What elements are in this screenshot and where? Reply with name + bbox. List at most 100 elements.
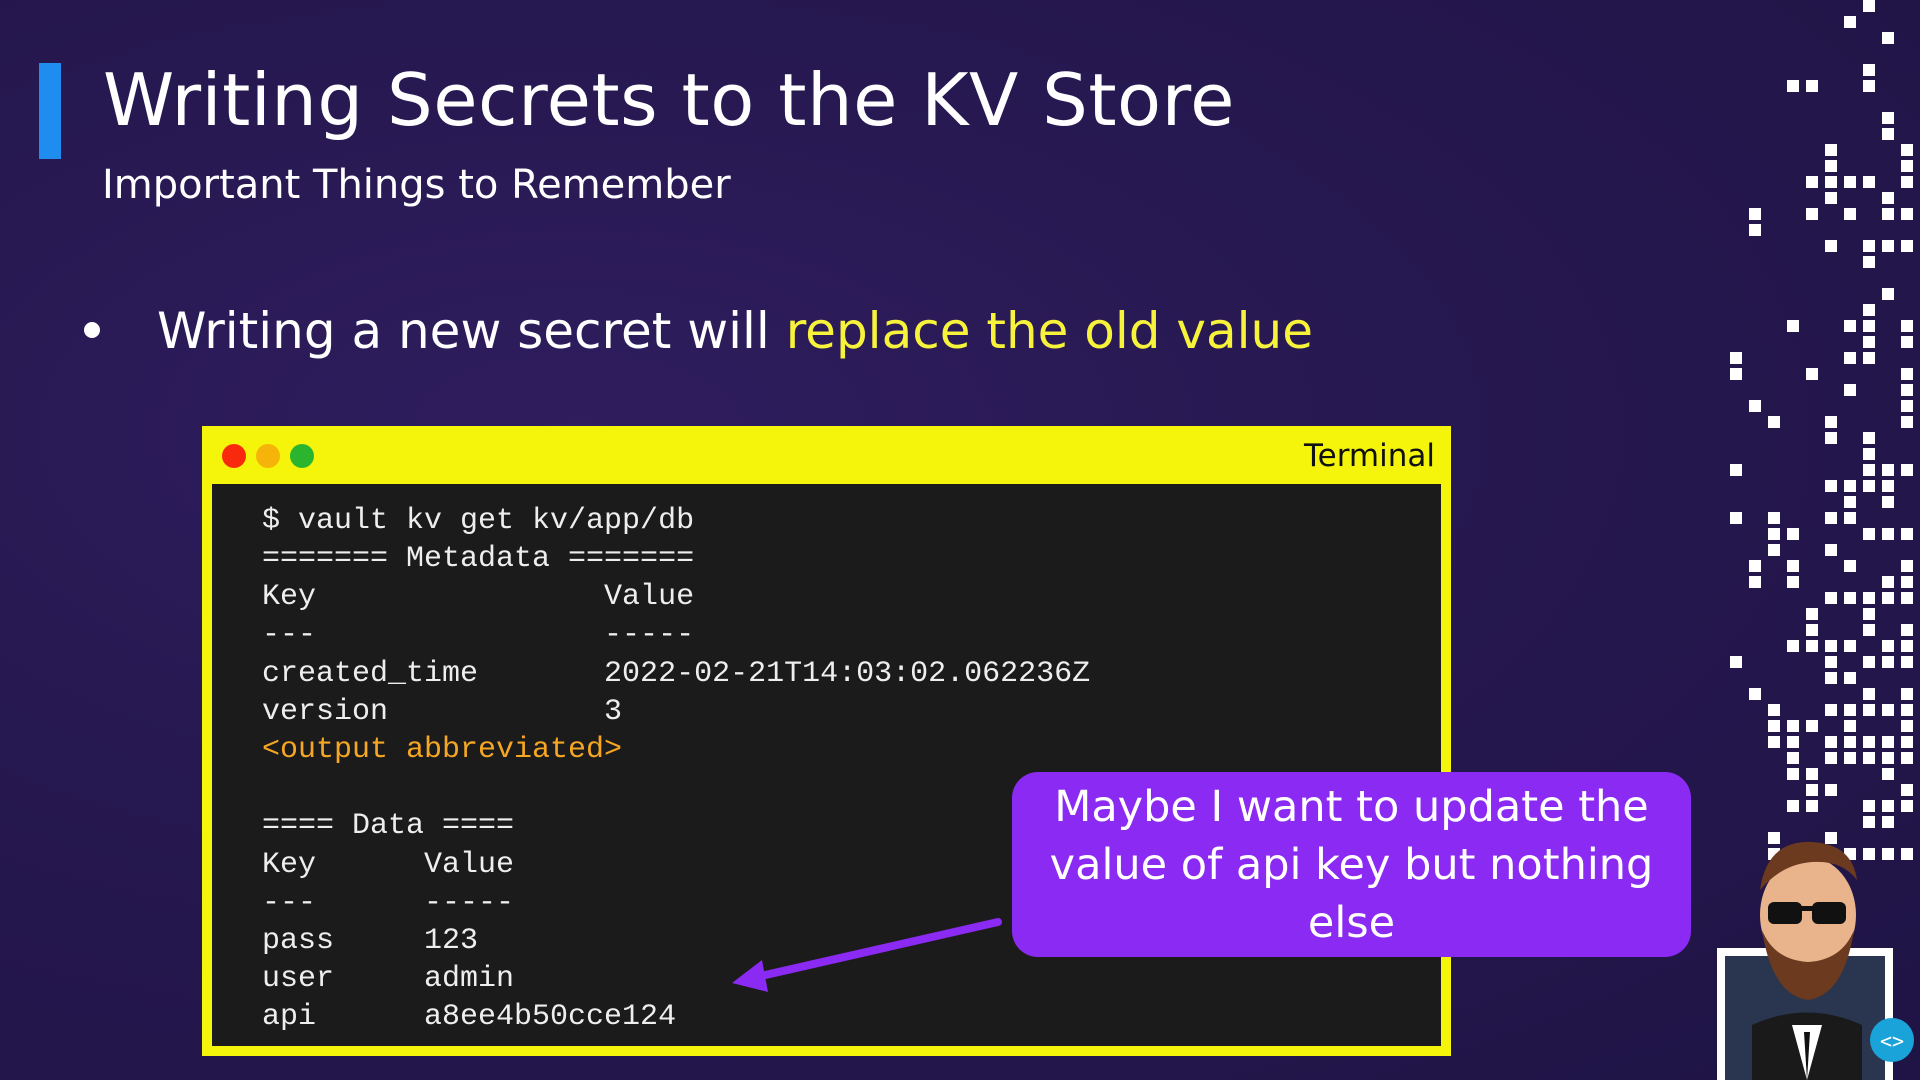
pixel-square bbox=[1882, 576, 1894, 588]
pixel-square bbox=[1768, 544, 1780, 556]
pixel-square bbox=[1882, 640, 1894, 652]
pixel-square bbox=[1863, 752, 1875, 764]
pixel-square bbox=[1882, 288, 1894, 300]
pixel-square bbox=[1806, 768, 1818, 780]
pixel-square bbox=[1844, 208, 1856, 220]
pixel-square bbox=[1863, 240, 1875, 252]
pixel-square bbox=[1730, 368, 1742, 380]
pixel-square bbox=[1844, 496, 1856, 508]
pixel-square bbox=[1901, 336, 1913, 348]
pixel-square bbox=[1806, 800, 1818, 812]
pixel-square bbox=[1863, 608, 1875, 620]
pixel-square bbox=[1863, 320, 1875, 332]
pixel-square bbox=[1730, 464, 1742, 476]
pixel-square bbox=[1901, 464, 1913, 476]
pixel-square bbox=[1863, 64, 1875, 76]
pixel-square bbox=[1730, 352, 1742, 364]
pixel-square bbox=[1901, 736, 1913, 748]
pixel-square bbox=[1882, 736, 1894, 748]
pixel-square bbox=[1844, 480, 1856, 492]
pixel-square bbox=[1825, 240, 1837, 252]
pixel-square bbox=[1825, 640, 1837, 652]
pixel-square bbox=[1768, 720, 1780, 732]
pixel-square bbox=[1787, 800, 1799, 812]
pixel-square bbox=[1882, 752, 1894, 764]
pixel-square bbox=[1825, 672, 1837, 684]
pixel-square bbox=[1863, 304, 1875, 316]
pixel-square bbox=[1863, 800, 1875, 812]
pixel-square bbox=[1844, 672, 1856, 684]
svg-text:<>: <> bbox=[1880, 1029, 1904, 1053]
pixel-square bbox=[1863, 0, 1875, 12]
pixel-square bbox=[1844, 640, 1856, 652]
pixel-square bbox=[1844, 560, 1856, 572]
pixel-square bbox=[1863, 704, 1875, 716]
pixel-square bbox=[1844, 176, 1856, 188]
pixel-square bbox=[1901, 384, 1913, 396]
pixel-square bbox=[1882, 496, 1894, 508]
pixel-square bbox=[1882, 480, 1894, 492]
pixel-square bbox=[1806, 208, 1818, 220]
pixel-square bbox=[1901, 528, 1913, 540]
pixel-square bbox=[1863, 656, 1875, 668]
pixel-square bbox=[1901, 368, 1913, 380]
pixel-square bbox=[1825, 752, 1837, 764]
pixel-square bbox=[1901, 144, 1913, 156]
pixel-square bbox=[1787, 528, 1799, 540]
pixel-square bbox=[1806, 80, 1818, 92]
pixel-square bbox=[1844, 592, 1856, 604]
pixel-square bbox=[1901, 160, 1913, 172]
pixel-square bbox=[1863, 336, 1875, 348]
pixel-square bbox=[1749, 400, 1761, 412]
pixel-square bbox=[1882, 592, 1894, 604]
pixel-square bbox=[1863, 480, 1875, 492]
pixel-decoration bbox=[1720, 0, 1920, 900]
pixel-square bbox=[1901, 560, 1913, 572]
pixel-square bbox=[1768, 416, 1780, 428]
pixel-square bbox=[1787, 736, 1799, 748]
pixel-square bbox=[1768, 704, 1780, 716]
pixel-square bbox=[1901, 800, 1913, 812]
pixel-square bbox=[1863, 528, 1875, 540]
pixel-square bbox=[1901, 720, 1913, 732]
pixel-square bbox=[1787, 320, 1799, 332]
pixel-square bbox=[1825, 192, 1837, 204]
pixel-square bbox=[1882, 112, 1894, 124]
pixel-square bbox=[1863, 688, 1875, 700]
pixel-square bbox=[1863, 80, 1875, 92]
pixel-square bbox=[1882, 528, 1894, 540]
pixel-square bbox=[1901, 688, 1913, 700]
pixel-square bbox=[1768, 512, 1780, 524]
pixel-square bbox=[1863, 624, 1875, 636]
pixel-square bbox=[1768, 736, 1780, 748]
pixel-square bbox=[1844, 704, 1856, 716]
pixel-square bbox=[1825, 432, 1837, 444]
pixel-square bbox=[1863, 352, 1875, 364]
pixel-square bbox=[1825, 544, 1837, 556]
pixel-square bbox=[1863, 176, 1875, 188]
pixel-square bbox=[1806, 640, 1818, 652]
pixel-square bbox=[1901, 656, 1913, 668]
pixel-square bbox=[1825, 784, 1837, 796]
pixel-square bbox=[1844, 512, 1856, 524]
pixel-square bbox=[1901, 624, 1913, 636]
pixel-square bbox=[1901, 576, 1913, 588]
pixel-square bbox=[1749, 560, 1761, 572]
pixel-square bbox=[1844, 352, 1856, 364]
pixel-square bbox=[1806, 176, 1818, 188]
pixel-square bbox=[1787, 640, 1799, 652]
pixel-square bbox=[1863, 464, 1875, 476]
pixel-square bbox=[1825, 736, 1837, 748]
pixel-square bbox=[1901, 176, 1913, 188]
pixel-square bbox=[1882, 32, 1894, 44]
pixel-square bbox=[1787, 720, 1799, 732]
pixel-square bbox=[1749, 688, 1761, 700]
pixel-square bbox=[1863, 432, 1875, 444]
pixel-square bbox=[1825, 592, 1837, 604]
pixel-square bbox=[1768, 528, 1780, 540]
presenter-avatar-icon: <> bbox=[1717, 841, 1914, 1080]
pixel-square bbox=[1806, 368, 1818, 380]
pixel-square bbox=[1863, 448, 1875, 460]
pixel-square bbox=[1844, 320, 1856, 332]
pixel-square bbox=[1730, 512, 1742, 524]
